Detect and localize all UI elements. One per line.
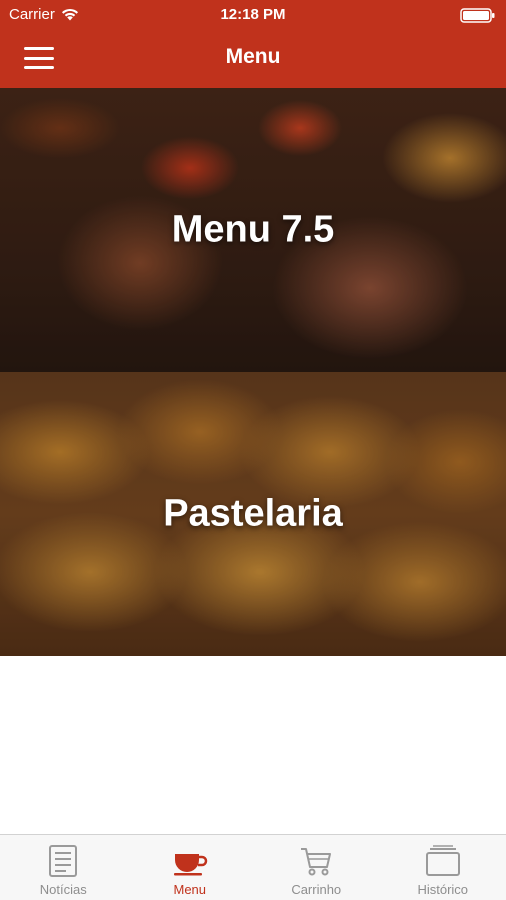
header: Carrier 12:18 PM Menu xyxy=(0,0,506,88)
tab-noticias[interactable]: Notícias xyxy=(0,835,127,900)
category-title: Pastelaria xyxy=(163,492,343,535)
category-menu-7-5[interactable]: Menu 7.5 xyxy=(0,88,506,372)
cart-icon xyxy=(298,843,334,879)
tab-menu[interactable]: Menu xyxy=(127,835,254,900)
tab-label: Histórico xyxy=(417,882,469,897)
status-bar: Carrier 12:18 PM xyxy=(0,0,506,30)
status-time: 12:18 PM xyxy=(220,6,286,23)
tab-label: Menu xyxy=(173,882,207,897)
newspaper-icon xyxy=(45,843,81,879)
page-title: Menu xyxy=(225,45,281,68)
tab-label: Carrinho xyxy=(291,882,342,897)
nav-bar: Menu xyxy=(0,30,506,88)
tab-label: Notícias xyxy=(39,882,87,897)
tab-historico[interactable]: Histórico xyxy=(380,835,506,900)
category-pastelaria[interactable]: Pastelaria xyxy=(0,372,506,656)
category-title: Menu 7.5 xyxy=(171,208,335,251)
app-screen: Carrier 12:18 PM Menu Menu 7.5 Pastelari… xyxy=(0,0,506,900)
history-icon xyxy=(425,843,461,879)
coffee-cup-icon xyxy=(172,843,208,879)
tab-carrinho[interactable]: Carrinho xyxy=(253,835,380,900)
battery-icon xyxy=(460,8,495,23)
tab-bar: Notícias Menu Carrinho Histórico xyxy=(0,834,506,900)
